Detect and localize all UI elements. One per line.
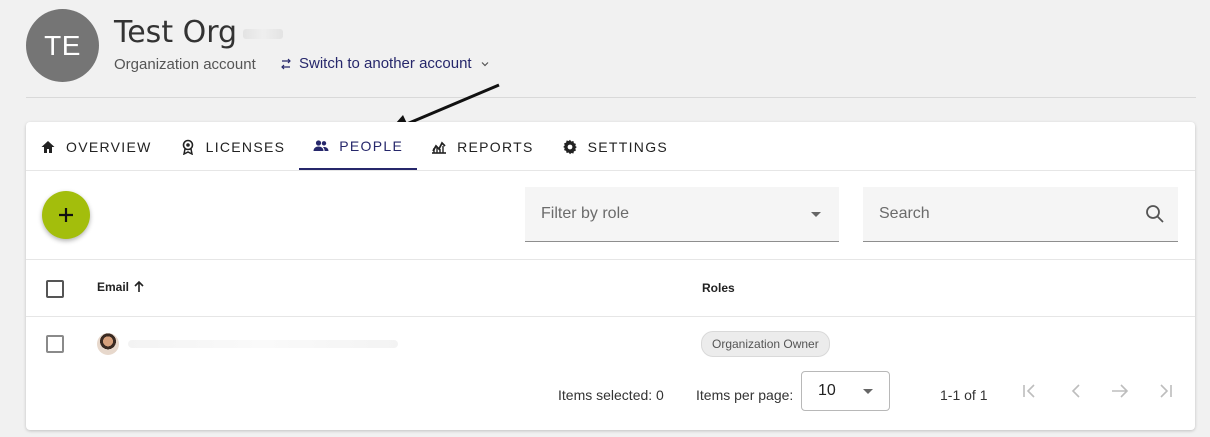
org-avatar: TE bbox=[26, 9, 99, 82]
tab-licenses[interactable]: LICENSES bbox=[166, 123, 300, 170]
filter-by-role-placeholder: Filter by role bbox=[541, 205, 630, 222]
page: TE Test Org Organization account Switch … bbox=[0, 0, 1210, 437]
page-size-value: 10 bbox=[818, 382, 836, 399]
role-chip: Organization Owner bbox=[701, 331, 830, 357]
org-name: Test Org bbox=[114, 15, 238, 50]
badge-icon bbox=[182, 139, 193, 155]
tab-label: SETTINGS bbox=[587, 138, 669, 155]
plus-icon bbox=[59, 208, 73, 222]
last-page-button[interactable] bbox=[1155, 380, 1177, 402]
people-icon bbox=[313, 139, 329, 151]
swap-icon bbox=[281, 58, 291, 69]
tab-label: REPORTS bbox=[457, 138, 534, 155]
next-page-button[interactable] bbox=[1109, 380, 1131, 402]
switch-account-button[interactable]: Switch to another account bbox=[279, 55, 492, 72]
org-account-type: Organization account bbox=[114, 56, 256, 73]
search-placeholder: Search bbox=[879, 205, 930, 222]
first-page-button[interactable] bbox=[1018, 380, 1040, 402]
user-avatar bbox=[97, 333, 119, 355]
tab-label: LICENSES bbox=[205, 138, 286, 155]
table-row: Organization Owner bbox=[26, 317, 1195, 371]
org-header: TE Test Org Organization account Switch … bbox=[26, 9, 1196, 98]
add-person-button[interactable] bbox=[42, 191, 90, 239]
page-size-select[interactable]: 10 bbox=[801, 371, 890, 411]
page-range: 1-1 of 1 bbox=[940, 387, 988, 403]
gear-icon bbox=[562, 139, 577, 154]
previous-page-button[interactable] bbox=[1065, 380, 1087, 402]
first-page-icon bbox=[1023, 384, 1035, 398]
dropdown-caret-icon bbox=[863, 388, 873, 394]
arrow-right-icon bbox=[1112, 384, 1129, 398]
last-page-icon bbox=[1160, 384, 1172, 398]
home-icon bbox=[41, 140, 55, 153]
people-toolbar: Filter by role Search bbox=[26, 171, 1195, 260]
chevron-down-icon bbox=[481, 61, 489, 66]
tab-label: OVERVIEW bbox=[66, 138, 152, 155]
items-selected-count: Items selected: 0 bbox=[558, 387, 664, 403]
role-chip-label: Organization Owner bbox=[712, 337, 819, 351]
row-checkbox[interactable] bbox=[46, 335, 64, 353]
tab-reports[interactable]: REPORTS bbox=[417, 123, 548, 170]
tab-bar: OVERVIEW LICENSES PEOPLE REPORTS SETTING… bbox=[26, 122, 1195, 171]
email-column-header[interactable]: Email bbox=[97, 280, 146, 294]
table-header: Email Roles bbox=[26, 260, 1195, 317]
tab-label: PEOPLE bbox=[339, 137, 404, 154]
switch-account-label: Switch to another account bbox=[299, 55, 472, 72]
select-all-checkbox[interactable] bbox=[46, 280, 64, 298]
search-icon[interactable] bbox=[1144, 203, 1166, 225]
arrow-up-icon bbox=[134, 280, 144, 292]
org-avatar-initials: TE bbox=[44, 29, 81, 61]
roles-column-header: Roles bbox=[702, 281, 735, 295]
filter-by-role-select[interactable]: Filter by role bbox=[525, 187, 839, 242]
dropdown-caret-icon bbox=[811, 211, 821, 217]
tab-settings[interactable]: SETTINGS bbox=[548, 123, 682, 170]
redacted-email bbox=[128, 340, 398, 348]
org-title: Test Org bbox=[114, 15, 284, 50]
paginator: Items selected: 0 Items per page: 10 1-1… bbox=[26, 371, 1195, 429]
org-card: OVERVIEW LICENSES PEOPLE REPORTS SETTING… bbox=[26, 122, 1195, 430]
tab-people[interactable]: PEOPLE bbox=[299, 123, 418, 170]
tab-overview[interactable]: OVERVIEW bbox=[26, 123, 166, 170]
chevron-left-icon bbox=[1071, 384, 1080, 398]
email-column-label: Email bbox=[97, 280, 130, 294]
redacted-text bbox=[243, 28, 284, 39]
items-per-page-label: Items per page: bbox=[696, 387, 794, 403]
chart-icon bbox=[432, 140, 447, 154]
search-input[interactable]: Search bbox=[863, 187, 1178, 242]
